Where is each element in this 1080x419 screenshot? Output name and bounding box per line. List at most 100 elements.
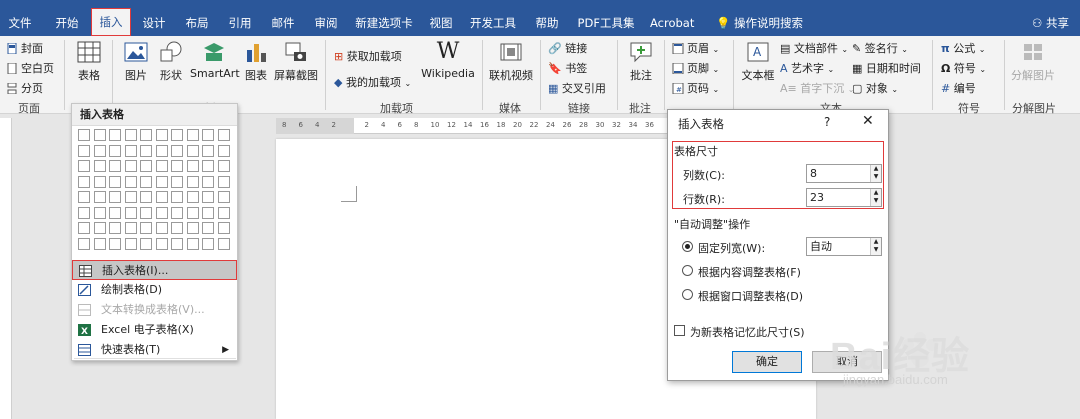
grid-cell[interactable] (155, 191, 168, 203)
grid-cell[interactable] (155, 206, 168, 219)
grid-cell[interactable] (140, 175, 152, 188)
shapes-button[interactable]: 形状 (155, 40, 187, 83)
grid-cell[interactable] (124, 129, 137, 141)
grid-cell[interactable] (155, 160, 168, 172)
document-parts-button[interactable]: ▤ 文档部件 ⌄ (780, 40, 848, 56)
grid-cell[interactable] (109, 237, 121, 250)
grid-cell[interactable] (78, 144, 90, 157)
grid-cell[interactable] (93, 191, 106, 203)
grid-cell[interactable] (186, 160, 199, 172)
grid-cell[interactable] (78, 129, 90, 141)
tab-acrobat[interactable]: Acrobat (650, 10, 694, 36)
grid-cell[interactable] (155, 129, 168, 141)
screenshot-button[interactable]: 屏幕截图 (274, 40, 318, 83)
tell-me-search[interactable]: 💡 操作说明搜索 (716, 10, 803, 36)
grid-cell[interactable] (124, 160, 137, 172)
grid-cell[interactable] (140, 144, 152, 157)
tab-developer[interactable]: 开发工具 (470, 10, 516, 36)
grid-cell[interactable] (171, 237, 183, 250)
grid-cell[interactable] (171, 129, 183, 141)
grid-cell[interactable] (171, 191, 183, 203)
grid-cell[interactable] (78, 206, 90, 219)
grid-cell[interactable] (217, 237, 230, 250)
grid-cell[interactable] (217, 191, 230, 203)
chart-button[interactable]: 图表 (241, 40, 271, 83)
close-icon[interactable]: ✕ (862, 113, 874, 129)
grid-cell[interactable] (78, 160, 90, 172)
footer-button[interactable]: 页脚 ⌄ (672, 60, 719, 76)
grid-cell[interactable] (217, 160, 230, 172)
ok-button[interactable]: 确定 (732, 351, 802, 373)
grid-cell[interactable] (140, 191, 152, 203)
remember-size-checkbox[interactable] (674, 325, 685, 336)
grid-cell[interactable] (171, 206, 183, 219)
grid-cell[interactable] (155, 222, 168, 234)
wikipedia-button[interactable]: W Wikipedia (420, 40, 476, 81)
grid-cell[interactable] (186, 129, 199, 141)
grid-cell[interactable] (202, 175, 214, 188)
grid-cell[interactable] (140, 237, 152, 250)
grid-cell[interactable] (186, 191, 199, 203)
grid-cell[interactable] (186, 222, 199, 234)
grid-cell[interactable] (186, 237, 199, 250)
tab-design[interactable]: 设计 (140, 10, 168, 36)
grid-cell[interactable] (93, 160, 106, 172)
grid-cell[interactable] (109, 206, 121, 219)
grid-cell[interactable] (186, 206, 199, 219)
spinner-arrows-icon[interactable]: ▲ ▼ (870, 165, 881, 182)
fixed-width-radio[interactable] (682, 241, 693, 252)
help-icon[interactable]: ? (824, 115, 830, 129)
grid-cell[interactable] (93, 222, 106, 234)
tab-layout[interactable]: 布局 (183, 10, 211, 36)
grid-cell[interactable] (93, 144, 106, 157)
my-addins-button[interactable]: ◆ 我的加载项 ⌄ (334, 74, 411, 90)
grid-cell[interactable] (202, 129, 214, 141)
grid-cell[interactable] (140, 160, 152, 172)
tab-mailings[interactable]: 邮件 (269, 10, 297, 36)
tab-view[interactable]: 视图 (427, 10, 455, 36)
quick-tables-item[interactable]: 快速表格(T) ▶ (72, 340, 237, 360)
comment-button[interactable]: 批注 (626, 40, 656, 83)
grid-cell[interactable] (217, 222, 230, 234)
online-video-button[interactable]: 联机视频 (487, 40, 535, 83)
grid-cell[interactable] (217, 175, 230, 188)
grid-cell[interactable] (78, 222, 90, 234)
spinner-arrows-icon[interactable]: ▲ ▼ (870, 189, 881, 206)
cross-reference-button[interactable]: ▦ 交叉引用 (548, 80, 606, 96)
draw-table-item[interactable]: 绘制表格(D) (72, 280, 237, 300)
grid-cell[interactable] (124, 144, 137, 157)
grid-cell[interactable] (109, 222, 121, 234)
get-addins-button[interactable]: ⊞ 获取加载项 (334, 48, 402, 64)
grid-cell[interactable] (171, 222, 183, 234)
grid-cell[interactable] (155, 237, 168, 250)
page-number-button[interactable]: # 页码 ⌄ (672, 80, 719, 96)
share-button[interactable]: ⚇ 共享 (1032, 10, 1069, 36)
grid-cell[interactable] (78, 191, 90, 203)
cover-page-button[interactable]: 封面 (6, 40, 43, 56)
grid-cell[interactable] (93, 206, 106, 219)
grid-cell[interactable] (155, 175, 168, 188)
grid-cell[interactable] (202, 191, 214, 203)
grid-cell[interactable] (140, 222, 152, 234)
tab-references[interactable]: 引用 (226, 10, 254, 36)
date-time-button[interactable]: ▦ 日期和时间 (852, 60, 921, 76)
grid-cell[interactable] (124, 206, 137, 219)
table-button[interactable]: 表格 (72, 40, 106, 83)
numbering-button[interactable]: # 编号 (941, 80, 976, 96)
grid-cell[interactable] (217, 129, 230, 141)
grid-cell[interactable] (124, 175, 137, 188)
grid-cell[interactable] (109, 175, 121, 188)
grid-cell[interactable] (109, 160, 121, 172)
grid-cell[interactable] (140, 206, 152, 219)
grid-cell[interactable] (171, 160, 183, 172)
dropcap-button[interactable]: A≡ 首字下沉 ⌄ (780, 80, 854, 96)
object-button[interactable]: ▢ 对象 ⌄ (852, 80, 898, 96)
grid-cell[interactable] (171, 144, 183, 157)
tab-insert[interactable]: 插入 (91, 8, 131, 36)
grid-cell[interactable] (124, 237, 137, 250)
tab-file[interactable]: 文件 (6, 10, 34, 36)
tab-home[interactable]: 开始 (52, 10, 82, 36)
bookmark-button[interactable]: 🔖 书签 (548, 60, 587, 76)
tab-help[interactable]: 帮助 (533, 10, 561, 36)
grid-cell[interactable] (217, 206, 230, 219)
